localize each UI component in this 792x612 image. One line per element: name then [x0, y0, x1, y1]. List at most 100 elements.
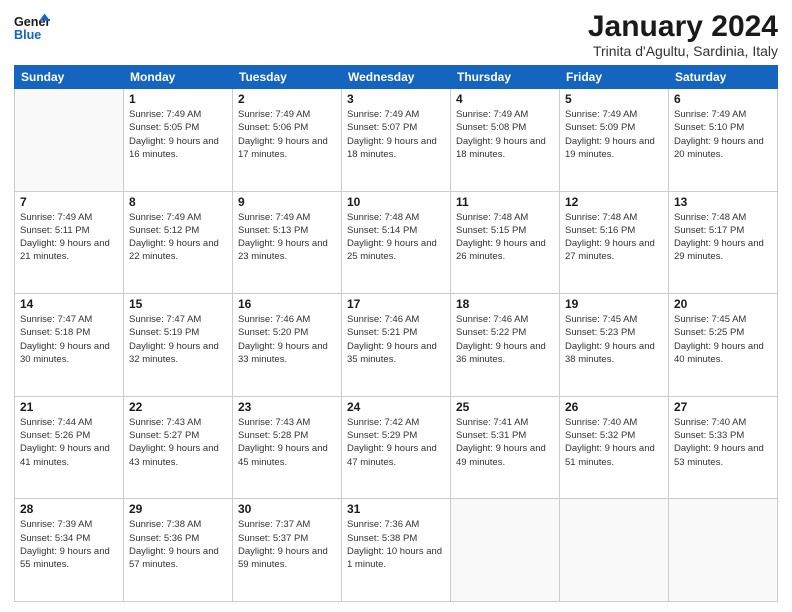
day-info: Sunrise: 7:47 AM Sunset: 5:19 PM Dayligh… [129, 313, 227, 366]
day-info: Sunrise: 7:39 AM Sunset: 5:34 PM Dayligh… [20, 518, 118, 571]
day-number: 9 [238, 195, 336, 209]
col-saturday: Saturday [669, 66, 778, 89]
calendar-cell: 11 Sunrise: 7:48 AM Sunset: 5:15 PM Dayli… [451, 191, 560, 294]
col-sunday: Sunday [15, 66, 124, 89]
day-info: Sunrise: 7:41 AM Sunset: 5:31 PM Dayligh… [456, 416, 554, 469]
calendar-cell: 1 Sunrise: 7:49 AM Sunset: 5:05 PM Daylig… [124, 89, 233, 192]
calendar-cell: 25 Sunrise: 7:41 AM Sunset: 5:31 PM Dayli… [451, 396, 560, 499]
day-number: 22 [129, 400, 227, 414]
day-number: 15 [129, 297, 227, 311]
calendar-week-3: 14 Sunrise: 7:47 AM Sunset: 5:18 PM Dayli… [15, 294, 778, 397]
calendar-cell: 14 Sunrise: 7:47 AM Sunset: 5:18 PM Dayli… [15, 294, 124, 397]
day-number: 18 [456, 297, 554, 311]
day-info: Sunrise: 7:49 AM Sunset: 5:05 PM Dayligh… [129, 108, 227, 161]
calendar-week-5: 28Sunrise: 7:39 AM Sunset: 5:34 PM Dayli… [15, 499, 778, 602]
day-info: Sunrise: 7:46 AM Sunset: 5:20 PM Dayligh… [238, 313, 336, 366]
day-info: Sunrise: 7:48 AM Sunset: 5:15 PM Dayligh… [456, 211, 554, 264]
location: Trinita d'Agultu, Sardinia, Italy [588, 43, 778, 59]
calendar-cell: 7 Sunrise: 7:49 AM Sunset: 5:11 PM Daylig… [15, 191, 124, 294]
calendar-cell: 16 Sunrise: 7:46 AM Sunset: 5:20 PM Dayli… [233, 294, 342, 397]
calendar-cell: 6 Sunrise: 7:49 AM Sunset: 5:10 PM Daylig… [669, 89, 778, 192]
day-info: Sunrise: 7:45 AM Sunset: 5:23 PM Dayligh… [565, 313, 663, 366]
calendar-cell: 31 Sunrise: 7:36 AM Sunset: 5:38 PM Dayli… [342, 499, 451, 602]
col-friday: Friday [560, 66, 669, 89]
day-info: Sunrise: 7:45 AM Sunset: 5:25 PM Dayligh… [674, 313, 772, 366]
calendar-cell: 13Sunrise: 7:48 AM Sunset: 5:17 PM Dayli… [669, 191, 778, 294]
day-info: Sunrise: 7:49 AM Sunset: 5:10 PM Dayligh… [674, 108, 772, 161]
calendar-cell [15, 89, 124, 192]
svg-text:Blue: Blue [14, 28, 41, 42]
day-info: Sunrise: 7:44 AM Sunset: 5:26 PM Dayligh… [20, 416, 118, 469]
calendar-cell [669, 499, 778, 602]
day-info: Sunrise: 7:49 AM Sunset: 5:11 PM Dayligh… [20, 211, 118, 264]
header: General Blue January 2024 Trinita d'Agul… [14, 10, 778, 59]
day-number: 3 [347, 92, 445, 106]
day-number: 30 [238, 502, 336, 516]
calendar-cell: 30 Sunrise: 7:37 AM Sunset: 5:37 PM Dayli… [233, 499, 342, 602]
day-number: 10 [347, 195, 445, 209]
day-number: 29 [129, 502, 227, 516]
calendar-cell: 18 Sunrise: 7:46 AM Sunset: 5:22 PM Dayli… [451, 294, 560, 397]
day-number: 4 [456, 92, 554, 106]
calendar-cell: 10Sunrise: 7:48 AM Sunset: 5:14 PM Dayli… [342, 191, 451, 294]
calendar-cell: 29 Sunrise: 7:38 AM Sunset: 5:36 PM Dayli… [124, 499, 233, 602]
day-info: Sunrise: 7:43 AM Sunset: 5:28 PM Dayligh… [238, 416, 336, 469]
day-info: Sunrise: 7:48 AM Sunset: 5:16 PM Dayligh… [565, 211, 663, 264]
day-number: 17 [347, 297, 445, 311]
col-wednesday: Wednesday [342, 66, 451, 89]
day-number: 21 [20, 400, 118, 414]
day-number: 25 [456, 400, 554, 414]
day-info: Sunrise: 7:48 AM Sunset: 5:17 PM Dayligh… [674, 211, 772, 264]
day-info: Sunrise: 7:38 AM Sunset: 5:36 PM Dayligh… [129, 518, 227, 571]
day-number: 8 [129, 195, 227, 209]
day-info: Sunrise: 7:43 AM Sunset: 5:27 PM Dayligh… [129, 416, 227, 469]
calendar-cell: 5 Sunrise: 7:49 AM Sunset: 5:09 PM Daylig… [560, 89, 669, 192]
day-number: 12 [565, 195, 663, 209]
calendar-week-2: 7 Sunrise: 7:49 AM Sunset: 5:11 PM Daylig… [15, 191, 778, 294]
calendar-body: 1 Sunrise: 7:49 AM Sunset: 5:05 PM Daylig… [15, 89, 778, 602]
calendar-cell: 2Sunrise: 7:49 AM Sunset: 5:06 PM Daylig… [233, 89, 342, 192]
day-info: Sunrise: 7:46 AM Sunset: 5:22 PM Dayligh… [456, 313, 554, 366]
day-number: 7 [20, 195, 118, 209]
day-info: Sunrise: 7:49 AM Sunset: 5:09 PM Dayligh… [565, 108, 663, 161]
calendar-header: Sunday Monday Tuesday Wednesday Thursday… [15, 66, 778, 89]
calendar-week-1: 1 Sunrise: 7:49 AM Sunset: 5:05 PM Daylig… [15, 89, 778, 192]
calendar-cell: 17Sunrise: 7:46 AM Sunset: 5:21 PM Dayli… [342, 294, 451, 397]
calendar-cell: 9 Sunrise: 7:49 AM Sunset: 5:13 PM Daylig… [233, 191, 342, 294]
title-block: January 2024 Trinita d'Agultu, Sardinia,… [588, 10, 778, 59]
calendar-cell [451, 499, 560, 602]
day-number: 11 [456, 195, 554, 209]
day-number: 19 [565, 297, 663, 311]
calendar-cell: 8 Sunrise: 7:49 AM Sunset: 5:12 PM Daylig… [124, 191, 233, 294]
day-number: 23 [238, 400, 336, 414]
day-info: Sunrise: 7:49 AM Sunset: 5:06 PM Dayligh… [238, 108, 336, 161]
day-info: Sunrise: 7:36 AM Sunset: 5:38 PM Dayligh… [347, 518, 445, 571]
col-tuesday: Tuesday [233, 66, 342, 89]
day-number: 6 [674, 92, 772, 106]
header-row: Sunday Monday Tuesday Wednesday Thursday… [15, 66, 778, 89]
month-title: January 2024 [588, 10, 778, 43]
calendar-cell: 3Sunrise: 7:49 AM Sunset: 5:07 PM Daylig… [342, 89, 451, 192]
day-info: Sunrise: 7:49 AM Sunset: 5:12 PM Dayligh… [129, 211, 227, 264]
day-info: Sunrise: 7:47 AM Sunset: 5:18 PM Dayligh… [20, 313, 118, 366]
day-number: 31 [347, 502, 445, 516]
day-info: Sunrise: 7:49 AM Sunset: 5:13 PM Dayligh… [238, 211, 336, 264]
calendar-cell: 4 Sunrise: 7:49 AM Sunset: 5:08 PM Daylig… [451, 89, 560, 192]
calendar-cell [560, 499, 669, 602]
calendar-cell: 21 Sunrise: 7:44 AM Sunset: 5:26 PM Dayli… [15, 396, 124, 499]
calendar-cell: 23 Sunrise: 7:43 AM Sunset: 5:28 PM Dayli… [233, 396, 342, 499]
calendar-cell: 22 Sunrise: 7:43 AM Sunset: 5:27 PM Dayli… [124, 396, 233, 499]
calendar-table: Sunday Monday Tuesday Wednesday Thursday… [14, 65, 778, 602]
calendar-cell: 20Sunrise: 7:45 AM Sunset: 5:25 PM Dayli… [669, 294, 778, 397]
col-thursday: Thursday [451, 66, 560, 89]
calendar-cell: 24Sunrise: 7:42 AM Sunset: 5:29 PM Dayli… [342, 396, 451, 499]
day-info: Sunrise: 7:37 AM Sunset: 5:37 PM Dayligh… [238, 518, 336, 571]
day-number: 27 [674, 400, 772, 414]
day-number: 14 [20, 297, 118, 311]
day-number: 5 [565, 92, 663, 106]
day-number: 16 [238, 297, 336, 311]
day-info: Sunrise: 7:49 AM Sunset: 5:08 PM Dayligh… [456, 108, 554, 161]
calendar-cell: 15 Sunrise: 7:47 AM Sunset: 5:19 PM Dayli… [124, 294, 233, 397]
day-number: 24 [347, 400, 445, 414]
day-number: 1 [129, 92, 227, 106]
